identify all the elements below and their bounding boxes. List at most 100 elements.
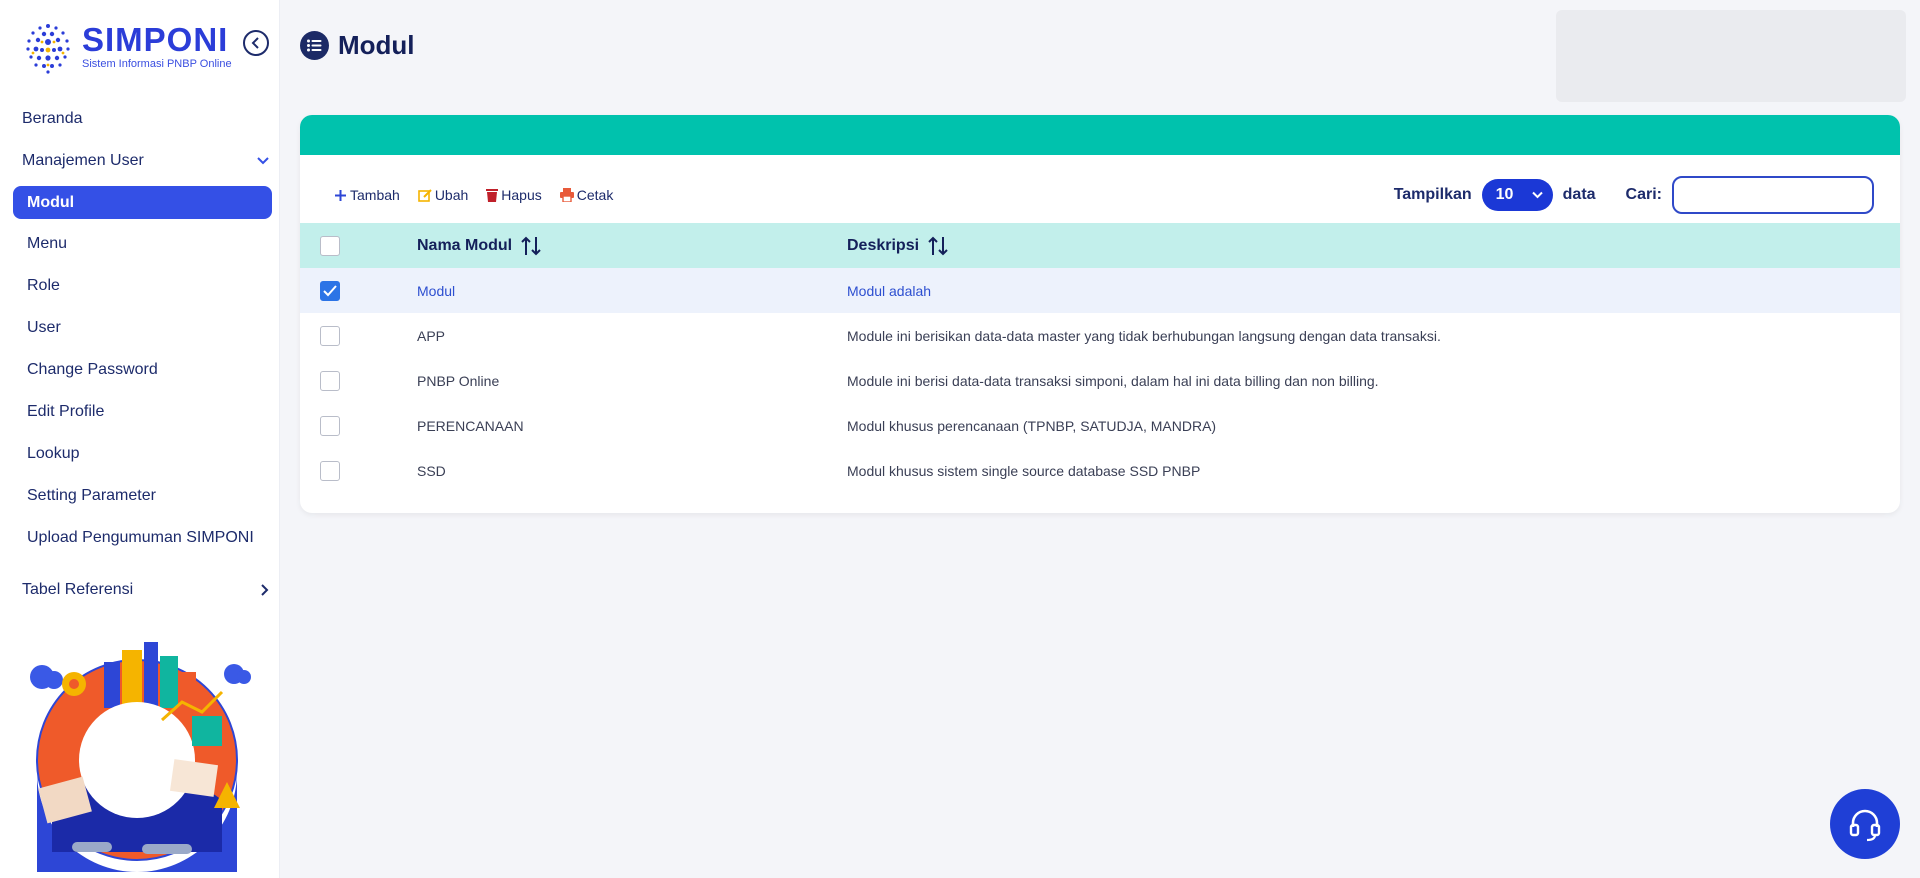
sidebar-item-edit-profile[interactable]: Edit Profile [0,391,280,433]
page-title: Modul [338,30,415,60]
row-name: PERENCANAAN [417,417,524,434]
simponi-logo-icon [26,24,70,74]
row-checkbox[interactable] [320,415,340,436]
page-size-value: 10 [1495,186,1514,203]
row-check-cell [300,268,417,313]
row-check-cell [300,313,417,358]
search-label: Cari: [1625,186,1662,203]
row-name: SSD [417,462,446,479]
sidebar-item-role[interactable]: Role [0,265,280,307]
delete-button[interactable]: Hapus [486,187,542,203]
sidebar-item-manajemen-user[interactable]: Manajemen User [0,140,280,182]
plus-icon [335,189,346,201]
table-header-row: Nama Modul Deskripsi [300,223,1900,268]
help-button[interactable] [1830,789,1900,859]
edit-button-label: Ubah [434,187,469,203]
header-placeholder [1556,10,1906,102]
data-label: data [1562,186,1596,203]
row-check-cell [300,358,417,403]
printer-icon [559,188,574,202]
sidebar-item-upload-pengumuman[interactable]: Upload Pengumuman SIMPONI [0,517,280,559]
sidebar-item-modul[interactable]: Modul [13,186,272,219]
sidebar-item-setting-parameter[interactable]: Setting Parameter [0,475,280,517]
row-checkbox[interactable] [320,370,340,391]
headset-icon [1849,809,1881,842]
column-header-deskripsi[interactable]: Deskripsi [847,223,1900,268]
add-button-label: Tambah [350,187,400,203]
print-button-label: Cetak [576,187,614,203]
list-icon [300,31,329,60]
sidebar-item-label: Change Password [27,361,158,378]
row-description: Modul khusus sistem single source databa… [847,462,1201,479]
add-button[interactable]: Tambah [334,187,400,203]
search-input[interactable] [1672,176,1874,214]
brand-logo[interactable]: SIMPONI Sistem Informasi PNBP Online [20,18,232,76]
chevron-down-icon [1531,191,1543,199]
page-header: Modul [300,30,415,61]
brand-subtitle: Sistem Informasi PNBP Online [82,58,232,70]
decorative-illustration [30,642,251,872]
edit-button[interactable]: Ubah [418,187,468,203]
select-all-checkbox[interactable] [320,235,340,256]
sidebar-item-label: Tabel Referensi [22,581,134,598]
table-row[interactable]: Modul Modul adalah [300,268,1900,313]
table-row[interactable]: PERENCANAAN Modul khusus perencanaan (TP… [300,403,1900,448]
row-description: Modul adalah [847,282,932,299]
row-check-cell [300,403,417,448]
table-toolbar: Tambah Ubah Hapus Cetak Tampilkan 10 dat… [300,175,1900,215]
row-name: Modul [417,282,456,299]
chevron-down-icon [257,157,269,165]
sidebar: SIMPONI Sistem Informasi PNBP Online Ber… [0,0,280,878]
sort-icon[interactable] [520,235,542,257]
check-icon [323,284,337,296]
card-header-bar [300,115,1900,155]
row-description: Module ini berisikan data-data master ya… [847,327,1441,344]
show-label: Tampilkan [1393,186,1472,203]
select-all-cell [300,223,417,268]
sidebar-item-label: User [27,319,61,336]
sidebar-item-tabel-referensi[interactable]: Tabel Referensi [0,569,280,611]
sidebar-item-label: Menu [27,235,68,252]
nav-divider [0,559,280,569]
sidebar-item-label: Manajemen User [22,152,144,169]
row-check-cell [300,448,417,493]
edit-icon [418,189,432,202]
sidebar-collapse-button[interactable] [243,30,269,56]
sidebar-item-beranda[interactable]: Beranda [0,98,280,140]
row-checkbox[interactable] [320,460,340,481]
brand-title: SIMPONI [82,21,229,58]
sort-icon[interactable] [927,235,949,257]
page-size-select[interactable]: 10 [1481,179,1553,211]
table-controls: Tampilkan 10 data Cari: [1394,176,1874,214]
sidebar-item-label: Role [27,277,60,294]
sidebar-item-label: Modul [27,193,75,211]
row-name: PNBP Online [417,372,500,389]
column-header-nama-modul[interactable]: Nama Modul [417,223,847,268]
table-row[interactable]: APP Module ini berisikan data-data maste… [300,313,1900,358]
print-button[interactable]: Cetak [559,187,614,203]
chevron-left-icon [251,37,259,49]
table-row[interactable]: PNBP Online Module ini berisi data-data … [300,358,1900,403]
column-header-label: Deskripsi [847,236,920,254]
row-checkbox[interactable] [320,325,340,346]
row-name: APP [417,327,446,344]
delete-button-label: Hapus [501,187,542,203]
sidebar-item-label: Beranda [22,110,83,127]
sidebar-item-change-password[interactable]: Change Password [0,349,280,391]
table-row[interactable]: SSD Modul khusus sistem single source da… [300,448,1900,493]
sidebar-item-menu[interactable]: Menu [0,223,280,265]
sidebar-item-label: Lookup [27,445,80,462]
row-description: Modul khusus perencanaan (TPNBP, SATUDJA… [847,417,1217,434]
sidebar-item-label: Upload Pengumuman SIMPONI [27,529,254,546]
modul-table: Nama Modul Deskripsi Modul Modul adalah … [300,223,1900,493]
action-buttons: Tambah Ubah Hapus Cetak [334,187,613,203]
sidebar-item-user[interactable]: User [0,307,280,349]
trash-icon [486,189,499,202]
sidebar-item-lookup[interactable]: Lookup [0,433,280,475]
sidebar-item-label: Edit Profile [27,403,105,420]
row-description: Module ini berisi data-data transaksi si… [847,372,1379,389]
chevron-right-icon [261,584,269,596]
sidebar-item-label: Setting Parameter [27,487,156,504]
row-checkbox[interactable] [320,280,340,301]
sidebar-nav: Beranda Manajemen User Modul Menu Role U… [0,98,280,611]
